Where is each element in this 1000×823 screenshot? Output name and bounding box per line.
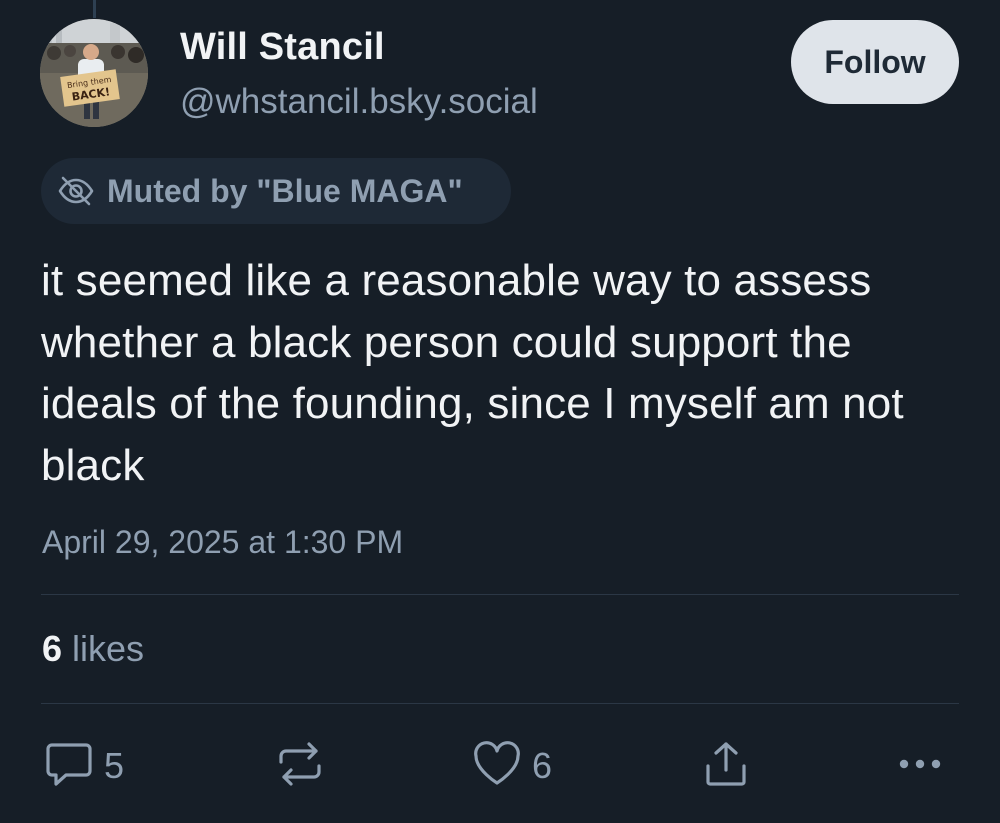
author-handle[interactable]: @whstancil.bsky.social <box>180 82 538 122</box>
avatar-photo: Bring them BACK! <box>40 19 148 127</box>
more-dots-icon <box>896 754 944 779</box>
repost-button[interactable] <box>276 740 324 792</box>
eye-slash-icon <box>57 172 95 210</box>
share-button[interactable] <box>704 740 748 792</box>
avatar[interactable]: Bring them BACK! <box>40 19 148 127</box>
share-icon <box>704 740 748 793</box>
reply-button[interactable]: 5 <box>44 740 124 792</box>
likes-summary[interactable]: 6 likes <box>42 628 144 670</box>
divider-bottom <box>41 703 959 704</box>
author-name[interactable]: Will Stancil <box>180 26 385 69</box>
follow-button[interactable]: Follow <box>791 20 959 104</box>
reply-count: 5 <box>104 745 125 786</box>
likes-label: likes <box>62 628 145 669</box>
post-timestamp: April 29, 2025 at 1:30 PM <box>42 524 404 560</box>
muted-by-list-pill[interactable]: Muted by "Blue MAGA" <box>41 158 511 224</box>
reply-bubble-icon <box>44 740 94 793</box>
like-button[interactable]: 6 <box>472 740 552 792</box>
muted-label: Muted by "Blue MAGA" <box>107 172 463 209</box>
heart-icon <box>472 740 522 792</box>
post-text: it seemed like a reasonable way to asses… <box>41 256 904 490</box>
more-options-button[interactable] <box>896 740 944 792</box>
repost-arrows-icon <box>276 740 324 793</box>
like-count: 6 <box>532 745 553 786</box>
thread-connector-line <box>93 0 96 18</box>
likes-count: 6 <box>42 628 63 669</box>
divider-top <box>41 594 959 595</box>
